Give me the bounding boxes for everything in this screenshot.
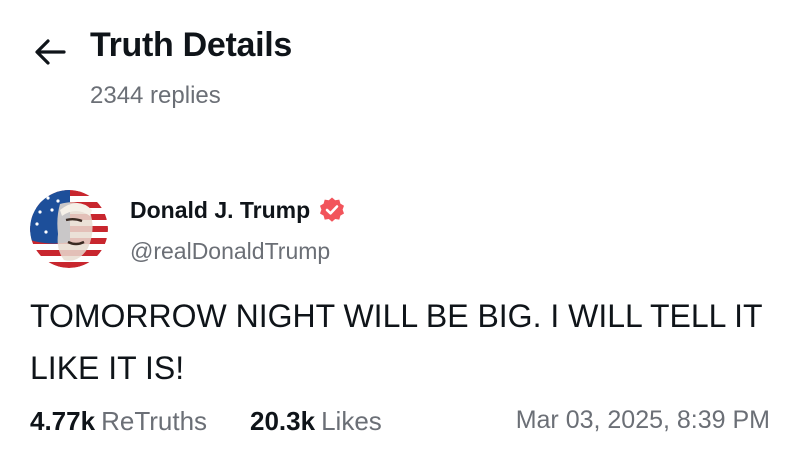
likes-stat[interactable]: 20.3k Likes: [250, 406, 382, 437]
arrow-left-icon: [30, 34, 70, 70]
retruths-stat[interactable]: 4.77k ReTruths: [30, 406, 207, 437]
likes-count: 20.3k: [250, 406, 316, 436]
author-name[interactable]: Donald J. Trump: [130, 197, 310, 224]
author-handle[interactable]: @realDonaldTrump: [130, 238, 330, 265]
post-text: TOMORROW NIGHT WILL BE BIG. I WILL TELL …: [30, 298, 762, 386]
back-button[interactable]: [30, 34, 70, 70]
page-header: Truth Details 2344 replies: [0, 0, 800, 140]
replies-count: 2344 replies: [90, 82, 221, 109]
retruths-count: 4.77k: [30, 406, 96, 436]
page-title: Truth Details: [90, 26, 293, 64]
likes-label: Likes: [321, 406, 382, 436]
retruths-label: ReTruths: [101, 406, 208, 436]
avatar[interactable]: [30, 190, 108, 268]
post-stats: 4.77k ReTruths 20.3k Likes Mar 03, 2025, 8…: [30, 406, 770, 446]
post-timestamp: Mar 03, 2025, 8:39 PM: [515, 406, 770, 434]
author-name-row: Donald J. Trump: [130, 196, 346, 224]
verified-badge-icon: [318, 196, 346, 224]
